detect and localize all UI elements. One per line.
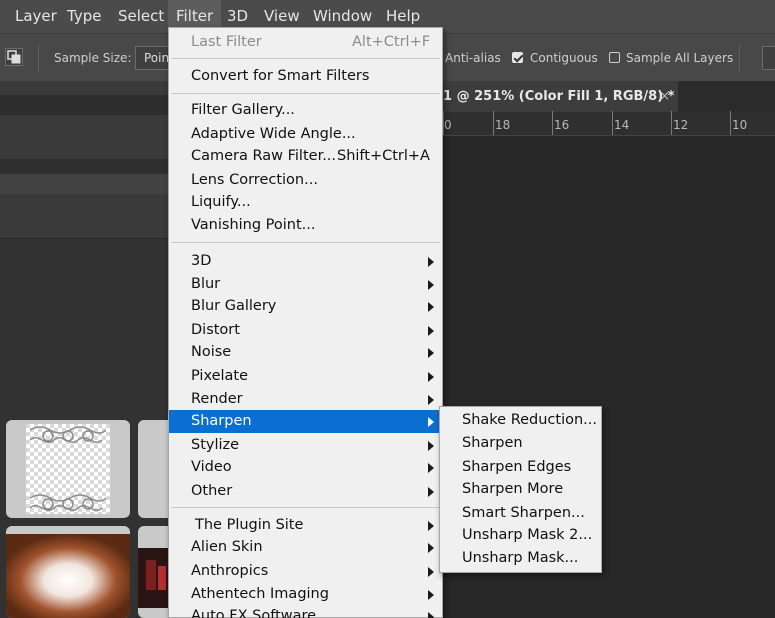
menu-item-camera-raw-filter[interactable]: Camera Raw Filter... Shift+Ctrl+A	[169, 145, 442, 168]
submenu-arrow-icon	[428, 326, 434, 336]
menu-item-auto-fx-software[interactable]: Auto FX Software	[169, 605, 442, 618]
menu-item-vanishing-point[interactable]: Vanishing Point...	[169, 214, 442, 237]
thumbnail-vignette[interactable]	[6, 526, 130, 618]
ruler-label: 0	[444, 118, 452, 132]
options-divider	[38, 44, 39, 72]
ruler-tick	[671, 111, 672, 135]
submenu-item-unsharp-mask-2[interactable]: Unsharp Mask 2...	[440, 524, 601, 547]
ruler-tick	[552, 111, 553, 135]
menu-separator	[171, 242, 440, 243]
menu-item-anthropics[interactable]: Anthropics	[169, 560, 442, 583]
submenu-arrow-icon	[428, 590, 434, 600]
submenu-arrow-icon	[428, 417, 434, 427]
submenu-item-sharpen-more[interactable]: Sharpen More	[440, 478, 601, 501]
refine-edge-button[interactable]	[762, 46, 775, 70]
menu-item-filter-gallery[interactable]: Filter Gallery...	[169, 99, 442, 122]
menu-item-last-filter: Last Filter Alt+Ctrl+F	[191, 34, 431, 50]
submenu-arrow-icon	[428, 567, 434, 577]
submenu-arrow-icon	[428, 441, 434, 451]
submenu-arrow-icon	[428, 395, 434, 405]
ruler-label: 18	[495, 118, 511, 132]
submenu-arrow-icon	[428, 302, 434, 312]
menu-item-other[interactable]: Other	[169, 480, 442, 503]
submenu-arrow-icon	[428, 372, 434, 382]
options-divider	[739, 44, 740, 72]
menu-separator	[171, 93, 440, 94]
panel-row	[0, 194, 168, 239]
ruler-label: 12	[673, 118, 689, 132]
tab-row-empty	[678, 81, 775, 112]
menu-item-liquify[interactable]: Liquify...	[169, 191, 442, 214]
menu-layer[interactable]: Layer	[7, 0, 65, 33]
submenu-arrow-icon	[428, 543, 434, 553]
ruler-tick	[612, 111, 613, 135]
document-tab-title: 1 @ 251% (Color Fill 1, RGB/8) *	[443, 89, 675, 104]
menu-item-render[interactable]: Render	[169, 388, 442, 411]
menu-item-3d[interactable]: 3D	[169, 250, 442, 273]
ruler-label: 10	[732, 118, 748, 132]
panel-tabs	[0, 95, 168, 115]
sharpen-submenu: Shake Reduction... Sharpen Sharpen Edges…	[439, 406, 602, 573]
menu-type[interactable]: Type	[59, 0, 109, 33]
submenu-item-sharpen[interactable]: Sharpen	[440, 432, 601, 455]
menu-item-sharpen[interactable]: Sharpen	[169, 410, 442, 433]
sample-all-layers-checkbox[interactable]	[609, 52, 620, 63]
sample-size-label: Sample Size:	[54, 51, 132, 65]
submenu-item-sharpen-edges[interactable]: Sharpen Edges	[440, 456, 601, 479]
menu-separator	[171, 58, 440, 59]
ornament-pattern-icon	[26, 424, 110, 514]
menu-item-distort[interactable]: Distort	[169, 319, 442, 342]
thumbnail-ornament[interactable]	[6, 420, 130, 518]
menu-item-noise[interactable]: Noise	[169, 341, 442, 364]
menu-item-blur-gallery[interactable]: Blur Gallery	[169, 295, 442, 318]
menu-item-lens-correction[interactable]: Lens Correction...	[169, 169, 442, 192]
horizontal-ruler: 0 18 16 14 12 10	[443, 111, 775, 136]
contiguous-label[interactable]: Contiguous	[530, 50, 598, 66]
panel-search-strip	[0, 115, 168, 159]
vignette-image-icon	[6, 534, 130, 618]
ruler-tick	[493, 111, 494, 135]
ruler-label: 16	[554, 118, 570, 132]
submenu-item-shake-reduction[interactable]: Shake Reduction...	[440, 409, 601, 432]
submenu-arrow-icon	[428, 487, 434, 497]
panel-header	[0, 81, 168, 95]
panel-toolbar	[0, 174, 168, 194]
menu-item-stylize[interactable]: Stylize	[169, 434, 442, 457]
menu-item-the-plugin-site[interactable]: The Plugin Site	[169, 514, 442, 537]
ruler-tick	[443, 111, 444, 135]
anti-alias-label[interactable]: Anti-alias	[445, 50, 501, 66]
menu-select[interactable]: Select	[110, 0, 172, 33]
submenu-arrow-icon	[428, 612, 434, 618]
menu-item-convert-smart-filters[interactable]: Convert for Smart Filters	[169, 65, 442, 88]
submenu-item-unsharp-mask[interactable]: Unsharp Mask...	[440, 547, 601, 570]
contiguous-checkbox[interactable]	[512, 52, 523, 63]
sample-all-layers-label[interactable]: Sample All Layers	[626, 50, 733, 66]
submenu-arrow-icon	[428, 280, 434, 290]
submenu-item-smart-sharpen[interactable]: Smart Sharpen...	[440, 502, 601, 525]
tool-preset-icon[interactable]	[5, 48, 23, 66]
menu-item-pixelate[interactable]: Pixelate	[169, 365, 442, 388]
menu-item-video[interactable]: Video	[169, 456, 442, 479]
panel-divider	[0, 159, 168, 174]
left-panel-area	[0, 81, 178, 618]
filter-menu: Last Filter Alt+Ctrl+F Convert for Smart…	[168, 27, 443, 618]
close-icon[interactable]: ×	[659, 81, 670, 112]
submenu-arrow-icon	[428, 463, 434, 473]
menu-item-blur[interactable]: Blur	[169, 273, 442, 296]
layers-square-icon	[7, 50, 21, 64]
submenu-arrow-icon	[428, 257, 434, 267]
menu-separator	[171, 507, 440, 508]
ruler-label: 14	[614, 118, 630, 132]
document-tab[interactable]: 1 @ 251% (Color Fill 1, RGB/8) * ×	[443, 81, 678, 112]
ruler-tick	[730, 111, 731, 135]
submenu-arrow-icon	[428, 521, 434, 531]
menu-item-alien-skin[interactable]: Alien Skin	[169, 536, 442, 559]
menu-item-athentech-imaging[interactable]: Athentech Imaging	[169, 583, 442, 606]
menu-item-adaptive-wide-angle[interactable]: Adaptive Wide Angle...	[169, 123, 442, 146]
submenu-arrow-icon	[428, 348, 434, 358]
